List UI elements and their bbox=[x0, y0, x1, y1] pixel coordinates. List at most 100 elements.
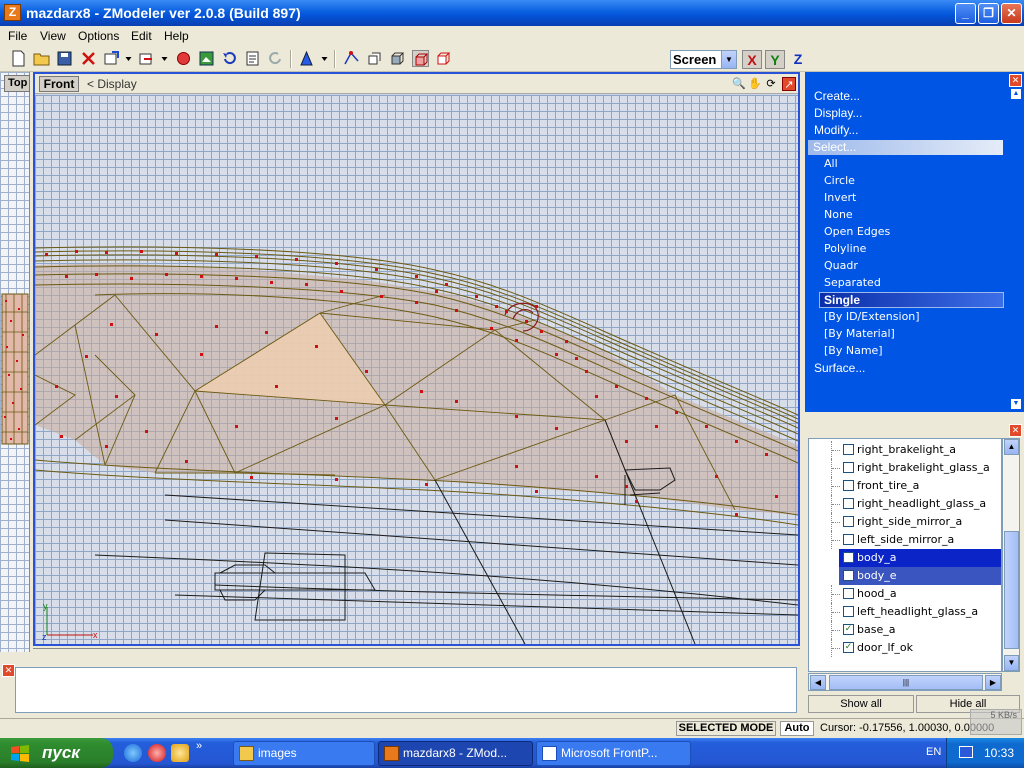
visibility-checkbox-checked[interactable]: ✓ bbox=[843, 624, 854, 635]
menu-edit[interactable]: Edit bbox=[131, 29, 152, 43]
viewport-display-menu[interactable]: < Display bbox=[87, 77, 137, 91]
close-icon[interactable]: ✕ bbox=[1009, 74, 1022, 87]
object-mode-icon[interactable] bbox=[412, 50, 429, 67]
export-icon[interactable] bbox=[138, 50, 155, 67]
front-viewport[interactable]: Front < Display 🔍 ✋ ⟳ ↗ y x z bbox=[33, 72, 800, 646]
list-item[interactable]: right_headlight_glass_a bbox=[809, 495, 1001, 513]
delete-icon[interactable] bbox=[80, 50, 97, 67]
visibility-checkbox[interactable] bbox=[843, 606, 854, 617]
pan-hand-icon[interactable]: ✋ bbox=[748, 77, 762, 91]
zmodeler-app-icon[interactable]: Z bbox=[4, 4, 21, 21]
visibility-checkbox[interactable] bbox=[843, 588, 854, 599]
axis-y-toggle[interactable]: Y bbox=[765, 50, 785, 69]
scroll-left-icon[interactable]: ◀ bbox=[810, 675, 826, 690]
import-dropdown-icon[interactable] bbox=[120, 50, 132, 67]
select-separated[interactable]: Separated bbox=[824, 276, 881, 289]
browser-quicklaunch-icon[interactable] bbox=[124, 744, 142, 762]
cmd-select[interactable]: Select... bbox=[808, 140, 1003, 155]
cmd-create[interactable]: Create... bbox=[814, 89, 860, 103]
select-by-material[interactable]: [By Material] bbox=[824, 327, 895, 340]
visibility-checkbox[interactable] bbox=[843, 570, 854, 581]
bottom-viewport-strip[interactable] bbox=[33, 648, 800, 660]
scroll-up-icon[interactable]: ▲ bbox=[1010, 88, 1022, 100]
network-tray-icon[interactable] bbox=[959, 746, 973, 758]
face-mode-icon[interactable] bbox=[389, 50, 406, 67]
list-item[interactable]: ✓ door_lf_ok bbox=[809, 639, 1001, 657]
task-images[interactable]: images bbox=[233, 741, 375, 766]
redo-icon[interactable] bbox=[267, 50, 284, 67]
list-item[interactable]: left_headlight_glass_a bbox=[809, 603, 1001, 621]
scroll-up-icon[interactable]: ▲ bbox=[1004, 439, 1019, 455]
scroll-down-icon[interactable]: ▼ bbox=[1004, 655, 1019, 671]
command-scrollbar[interactable]: ▲ ▼ bbox=[1010, 88, 1022, 410]
select-open-edges[interactable]: Open Edges bbox=[824, 225, 890, 238]
new-file-icon[interactable] bbox=[10, 50, 27, 67]
close-icon[interactable]: ✕ bbox=[2, 664, 15, 677]
select-none[interactable]: None bbox=[824, 208, 853, 221]
viewport-tab-top[interactable]: Top bbox=[4, 75, 30, 92]
select-all[interactable]: All bbox=[824, 157, 838, 170]
select-invert[interactable]: Invert bbox=[824, 191, 856, 204]
undo-icon[interactable] bbox=[221, 50, 238, 67]
select-by-id[interactable]: [By ID/Extension] bbox=[824, 310, 920, 323]
scroll-down-icon[interactable]: ▼ bbox=[1010, 398, 1022, 410]
rotate-icon[interactable]: ⟳ bbox=[764, 77, 778, 91]
task-frontpage[interactable]: Microsoft FrontP... bbox=[536, 741, 691, 766]
visibility-checkbox[interactable] bbox=[843, 534, 854, 545]
select-circle[interactable]: Circle bbox=[824, 174, 855, 187]
menu-view[interactable]: View bbox=[40, 29, 66, 43]
chevron-down-icon[interactable]: ▼ bbox=[721, 51, 736, 68]
cmd-surface[interactable]: Surface... bbox=[814, 361, 865, 375]
clock-quicklaunch-icon[interactable] bbox=[171, 744, 189, 762]
restore-button[interactable]: ❐ bbox=[978, 3, 999, 24]
list-item-selected[interactable]: body_a bbox=[839, 549, 1001, 567]
visibility-checkbox[interactable] bbox=[843, 462, 854, 473]
select-quadr[interactable]: Quadr bbox=[824, 259, 858, 272]
list-item[interactable]: right_brakelight_glass_a bbox=[809, 459, 1001, 477]
visibility-checkbox[interactable] bbox=[843, 516, 854, 527]
material-dropdown-icon[interactable] bbox=[316, 50, 328, 67]
select-polyline[interactable]: Polyline bbox=[824, 242, 866, 255]
list-item[interactable]: right_brakelight_a bbox=[809, 441, 1001, 459]
list-item[interactable]: hood_a bbox=[809, 585, 1001, 603]
render-icon[interactable] bbox=[175, 50, 192, 67]
task-zmodeler[interactable]: mazdarx8 - ZMod... bbox=[378, 741, 533, 766]
notes-icon[interactable] bbox=[244, 50, 261, 67]
menu-file[interactable]: File bbox=[8, 29, 27, 43]
save-icon[interactable] bbox=[56, 50, 73, 67]
close-icon[interactable]: ✕ bbox=[1009, 424, 1022, 437]
axis-x-toggle[interactable]: X bbox=[742, 50, 762, 69]
visibility-checkbox[interactable] bbox=[843, 498, 854, 509]
show-all-button[interactable]: Show all bbox=[808, 695, 914, 713]
edge-mode-icon[interactable] bbox=[366, 50, 383, 67]
objects-vertical-scrollbar[interactable]: ▲ ▼ bbox=[1002, 438, 1020, 672]
maximize-viewport-icon[interactable]: ↗ bbox=[782, 77, 796, 91]
language-indicator[interactable]: EN bbox=[926, 746, 941, 758]
start-button[interactable]: пуск bbox=[0, 738, 113, 768]
material-icon[interactable] bbox=[298, 50, 315, 67]
cmd-modify[interactable]: Modify... bbox=[814, 123, 858, 137]
top-viewport[interactable] bbox=[0, 72, 30, 652]
import-icon[interactable] bbox=[103, 50, 120, 67]
select-single[interactable]: Single bbox=[819, 292, 1004, 308]
quicklaunch-more-icon[interactable]: » bbox=[196, 740, 202, 752]
group-mode-icon[interactable] bbox=[435, 50, 452, 67]
menu-options[interactable]: Options bbox=[78, 29, 119, 43]
list-item[interactable]: front_tire_a bbox=[809, 477, 1001, 495]
axis-z-toggle[interactable]: Z bbox=[788, 50, 808, 69]
minimize-button[interactable]: _ bbox=[955, 3, 976, 24]
visibility-checkbox[interactable] bbox=[843, 552, 854, 563]
open-folder-icon[interactable] bbox=[33, 50, 50, 67]
vertex-mode-icon[interactable] bbox=[343, 50, 360, 67]
visibility-checkbox[interactable] bbox=[843, 480, 854, 491]
list-item[interactable]: ✓ base_a bbox=[809, 621, 1001, 639]
select-by-name[interactable]: [By Name] bbox=[824, 344, 883, 357]
auto-toggle[interactable]: Auto bbox=[780, 721, 814, 736]
objects-tree[interactable]: right_brakelight_a right_brakelight_glas… bbox=[808, 438, 1002, 672]
list-item[interactable]: right_side_mirror_a bbox=[809, 513, 1001, 531]
list-item[interactable]: left_side_mirror_a bbox=[809, 531, 1001, 549]
texture-icon[interactable] bbox=[198, 50, 215, 67]
zoom-icon[interactable]: 🔍 bbox=[732, 77, 746, 91]
scroll-thumb[interactable] bbox=[1004, 531, 1019, 649]
export-dropdown-icon[interactable] bbox=[156, 50, 168, 67]
